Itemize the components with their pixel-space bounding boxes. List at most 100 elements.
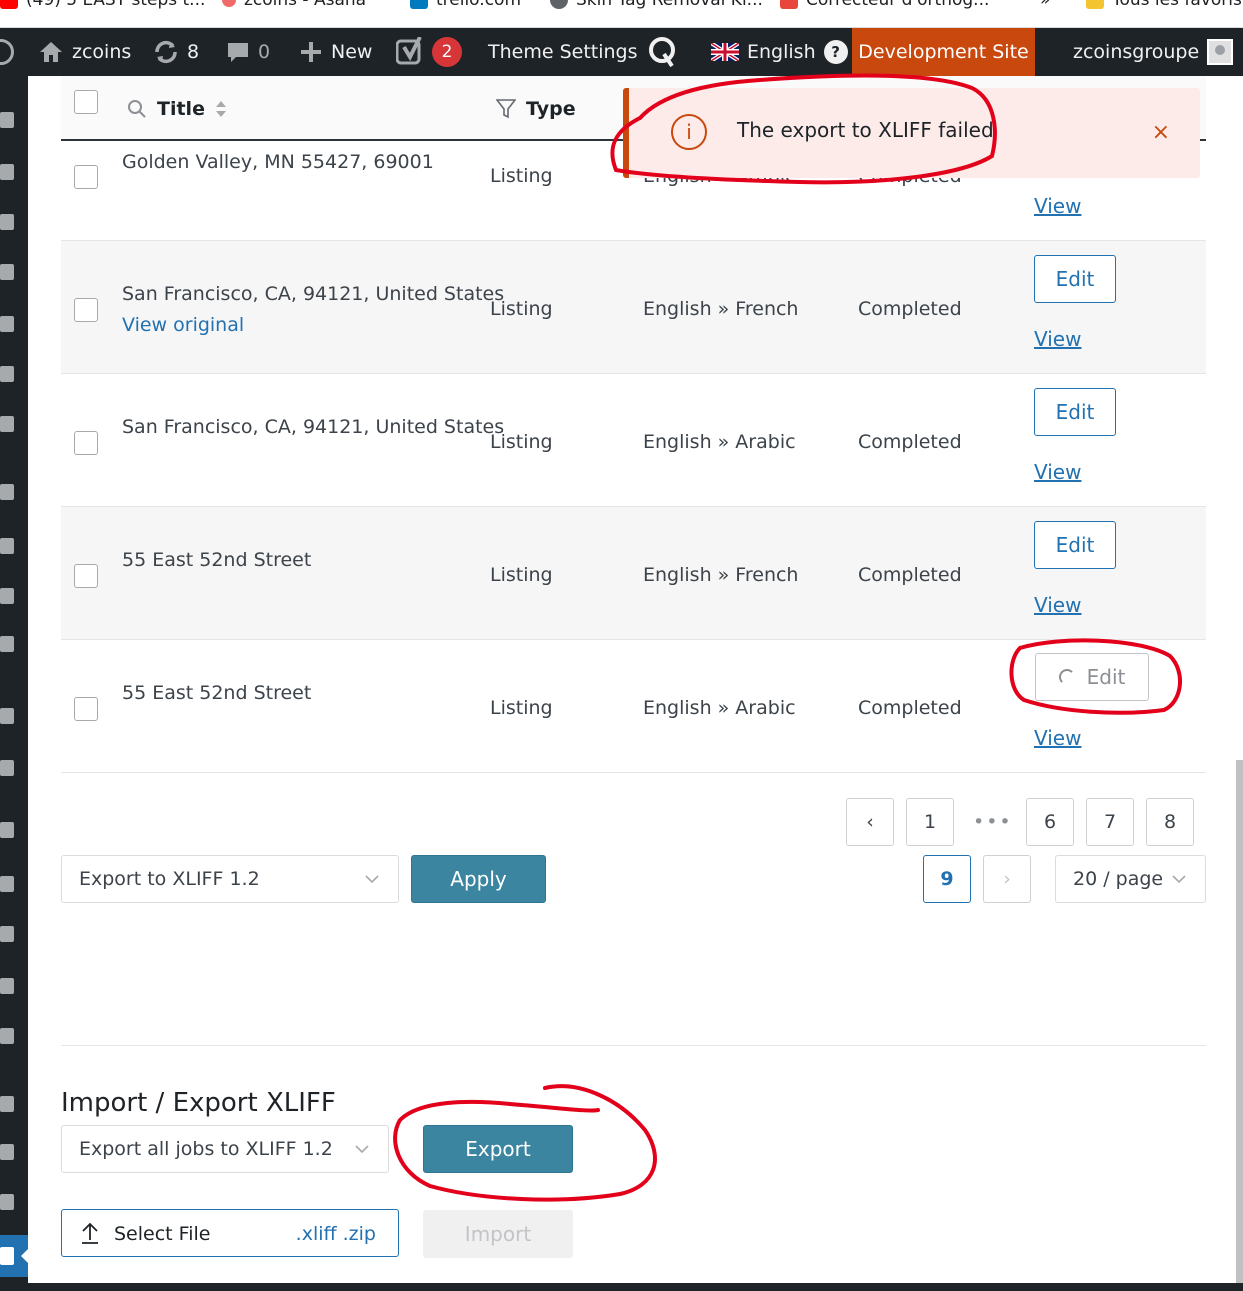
scribens-icon: [780, 0, 798, 9]
pin-icon[interactable]: [0, 366, 14, 382]
row-status: Completed: [858, 431, 962, 453]
row-title: 55 East 52nd Street: [122, 682, 312, 704]
view-link[interactable]: View: [1034, 726, 1081, 750]
divider: [61, 1045, 1206, 1046]
list-icon[interactable]: [0, 708, 14, 724]
bookmark-trello[interactable]: trello.com: [410, 0, 521, 10]
bookmark-correcteur[interactable]: Correcteur d'orthog...: [780, 0, 989, 10]
bookmark-skin-tag[interactable]: Skin Tag Removal Ki...: [550, 0, 763, 10]
table-row: San Francisco, CA, 94121, United States …: [61, 374, 1206, 507]
pagination-prev-button[interactable]: ‹: [846, 798, 894, 846]
avatar: [1207, 39, 1234, 65]
close-icon[interactable]: ×: [1152, 120, 1170, 145]
wrench-icon[interactable]: [0, 978, 14, 994]
tools-icon[interactable]: [0, 876, 14, 892]
pin-icon[interactable]: [0, 416, 14, 432]
table-row: 55 East 52nd Street Listing English » Fr…: [61, 507, 1206, 640]
site-name-menu[interactable]: zcoins: [38, 28, 131, 76]
bulk-action-select[interactable]: Export to XLIFF 1.2: [61, 855, 399, 903]
settings-icon[interactable]: [0, 1096, 14, 1112]
calendar-icon[interactable]: [0, 316, 14, 332]
yoast-menu[interactable]: 2: [396, 28, 462, 76]
row-checkbox[interactable]: [74, 564, 98, 588]
row-checkbox[interactable]: [74, 431, 98, 455]
asana-icon: [222, 0, 236, 7]
export-button[interactable]: Export: [423, 1125, 573, 1173]
target-icon[interactable]: [0, 636, 14, 652]
translations-icon[interactable]: [0, 1194, 14, 1210]
row-checkbox[interactable]: [74, 697, 98, 721]
row-title: San Francisco, CA, 94121, United States: [122, 283, 505, 305]
view-link[interactable]: View: [1034, 194, 1081, 218]
scrollbar[interactable]: [1236, 760, 1243, 1283]
bookmark-youtube[interactable]: (49) 5 EASY steps t...: [0, 0, 205, 10]
row-checkbox[interactable]: [74, 298, 98, 322]
bookmark-all-favorites[interactable]: Tous les favoris: [1086, 0, 1242, 10]
edit-button[interactable]: Edit: [1034, 521, 1116, 569]
pin-icon[interactable]: [0, 264, 14, 280]
edit-button-loading[interactable]: Edit: [1035, 653, 1149, 701]
help-icon[interactable]: ?: [823, 40, 848, 64]
export-scope-select[interactable]: Export all jobs to XLIFF 1.2: [61, 1125, 389, 1173]
wp-logo-menu[interactable]: [0, 28, 14, 76]
row-title: Golden Valley, MN 55427, 69001: [122, 151, 434, 173]
page-size-select[interactable]: 20 / page: [1055, 855, 1206, 903]
yoast-icon[interactable]: [0, 1144, 14, 1160]
edit-button[interactable]: Edit: [1034, 255, 1116, 303]
plugins-icon[interactable]: [0, 822, 14, 838]
admin-sidebar: [0, 76, 28, 1291]
bookmarks-bar: (49) 5 EASY steps t... zcoins - Asana tr…: [0, 0, 1243, 28]
chevron-down-icon: [1172, 875, 1186, 884]
table-row: San Francisco, CA, 94121, United States …: [61, 241, 1206, 374]
pin-icon[interactable]: [0, 214, 14, 230]
query-monitor-icon: [649, 37, 675, 68]
home-icon: [40, 42, 62, 62]
comment-icon: [228, 43, 248, 62]
edit-button[interactable]: Edit: [1034, 388, 1116, 436]
users-icon[interactable]: [0, 926, 14, 942]
comments-icon[interactable]: [0, 484, 14, 500]
view-link[interactable]: View: [1034, 460, 1081, 484]
user-account-menu[interactable]: zcoinsgroupe: [1073, 28, 1234, 76]
pagination-page-8[interactable]: 8: [1146, 798, 1194, 846]
row-checkbox[interactable]: [74, 165, 98, 189]
pagination-page-7[interactable]: 7: [1086, 798, 1134, 846]
query-monitor-menu[interactable]: [648, 28, 678, 76]
row-languages: English » French: [643, 564, 799, 586]
sidebar-item-translation-management[interactable]: [0, 1235, 29, 1277]
bookmarks-overflow-button[interactable]: »: [1040, 0, 1050, 10]
bookmark-asana[interactable]: zcoins - Asana: [222, 0, 366, 10]
import-export-title: Import / Export XLIFF: [61, 1088, 336, 1118]
upload-icon[interactable]: [0, 1028, 14, 1044]
development-site-badge[interactable]: Development Site: [852, 28, 1035, 76]
apply-button[interactable]: Apply: [411, 855, 546, 903]
pages-icon[interactable]: [0, 538, 14, 554]
language-switcher[interactable]: English ?: [711, 28, 848, 76]
view-original-link[interactable]: View original: [122, 314, 244, 336]
view-link[interactable]: View: [1034, 593, 1081, 617]
pagination-page-1[interactable]: 1: [906, 798, 954, 846]
pagination-ellipsis[interactable]: •••: [973, 811, 1013, 833]
globe-icon: [550, 0, 568, 9]
chevron-down-icon: [355, 1145, 369, 1154]
pagination-next-button[interactable]: ›: [983, 855, 1031, 903]
pagination-page-current[interactable]: 9: [923, 855, 971, 903]
view-link[interactable]: View: [1034, 327, 1081, 351]
row-languages: English » French: [643, 298, 799, 320]
translation-icon: [0, 1247, 14, 1265]
import-button[interactable]: Import: [423, 1210, 573, 1258]
info-icon: i: [671, 114, 707, 150]
select-file-button[interactable]: Select File .xliff .zip: [61, 1209, 399, 1257]
posts-icon[interactable]: [0, 112, 14, 128]
row-title: San Francisco, CA, 94121, United States: [122, 416, 505, 438]
pagination-page-6[interactable]: 6: [1026, 798, 1074, 846]
row-languages: English » Arabic: [643, 697, 796, 719]
trello-icon: [410, 0, 428, 9]
new-content-menu[interactable]: New: [299, 28, 372, 76]
pin-icon[interactable]: [0, 164, 14, 180]
comments-menu[interactable]: 0: [226, 28, 270, 76]
theme-settings-menu[interactable]: Theme Settings: [488, 28, 638, 76]
chart-icon[interactable]: [0, 588, 14, 604]
appearance-icon[interactable]: [0, 760, 14, 776]
updates-menu[interactable]: 8: [153, 28, 199, 76]
